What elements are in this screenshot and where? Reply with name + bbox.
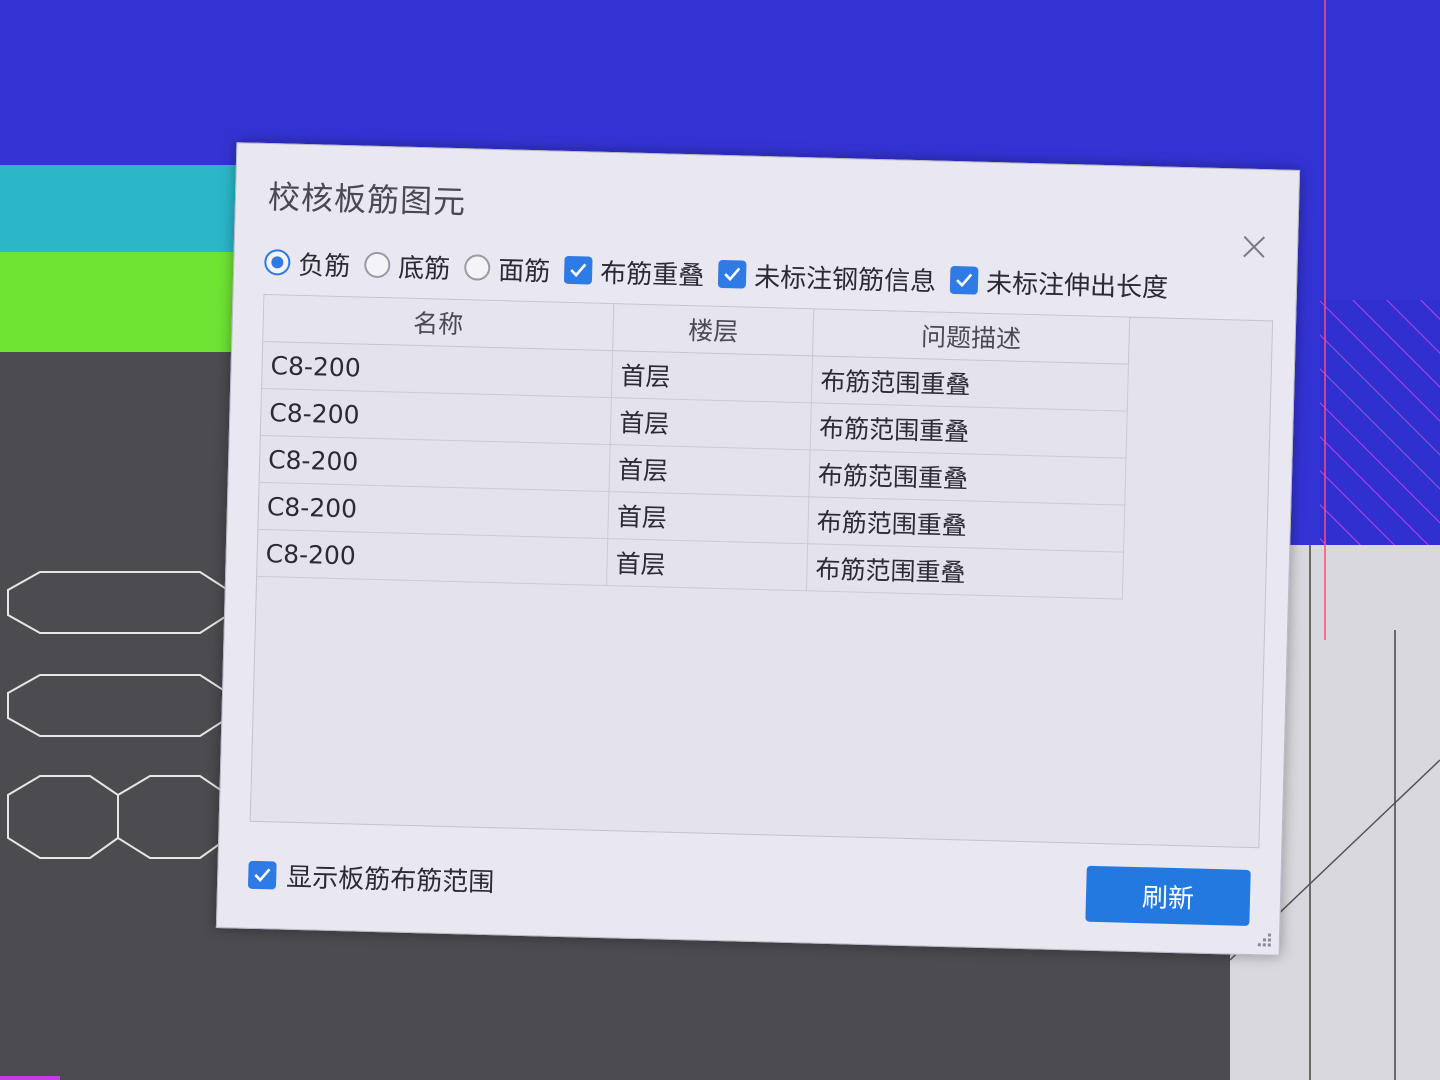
radio-negative-rebar[interactable]: 负筋 <box>264 243 351 282</box>
radio-unselected-icon <box>463 254 491 281</box>
resize-grip-icon[interactable] <box>1255 930 1273 948</box>
close-button[interactable] <box>1239 231 1270 262</box>
cell-description: 布筋范围重叠 <box>807 496 1125 553</box>
check-rebar-dialog: 校核板筋图元 负筋 底筋 面筋 布筋重叠 未标注钢筋信息 未标注伸出长度 名称 … <box>215 142 1301 956</box>
radio-top-rebar[interactable]: 面筋 <box>463 249 551 288</box>
cell-floor: 首层 <box>610 397 812 450</box>
close-icon <box>1243 235 1266 258</box>
radio-label: 负筋 <box>297 250 351 282</box>
checkbox-label: 未标注伸出长度 <box>985 268 1169 304</box>
cell-floor: 首层 <box>607 491 809 544</box>
cell-description: 布筋范围重叠 <box>808 449 1127 506</box>
cell-description: 布筋范围重叠 <box>811 355 1129 412</box>
check-icon <box>247 860 277 889</box>
refresh-button[interactable]: 刷新 <box>1085 865 1251 926</box>
cad-cyan-band <box>0 165 240 255</box>
radio-label: 底筋 <box>397 252 451 285</box>
results-table[interactable]: 名称 楼层 问题描述 C8-200 首层 布筋范围重叠 C8-200 首层 布筋… <box>249 293 1274 849</box>
cell-floor: 首层 <box>608 444 811 497</box>
checkbox-overlap[interactable]: 布筋重叠 <box>563 251 705 292</box>
check-icon <box>717 259 747 289</box>
radio-bottom-rebar[interactable]: 底筋 <box>363 246 451 285</box>
cell-floor: 首层 <box>611 350 813 403</box>
checkbox-missing-length[interactable]: 未标注伸出长度 <box>949 261 1169 304</box>
column-header-description[interactable]: 问题描述 <box>812 309 1130 365</box>
checkbox-label: 布筋重叠 <box>599 258 705 291</box>
cell-floor: 首层 <box>606 538 808 591</box>
radio-selected-icon <box>264 248 291 276</box>
check-icon <box>563 255 593 285</box>
cell-description: 布筋范围重叠 <box>806 543 1124 600</box>
check-icon <box>949 265 979 295</box>
radio-unselected-icon <box>363 251 391 279</box>
dialog-title: 校核板筋图元 <box>267 178 467 222</box>
radio-label: 面筋 <box>497 255 551 287</box>
checkbox-label: 未标注钢筋信息 <box>753 262 937 298</box>
cell-name: C8-200 <box>257 529 608 586</box>
checkbox-show-range[interactable]: 显示板筋布筋范围 <box>247 856 495 899</box>
cad-green-band <box>0 252 240 352</box>
cell-description: 布筋范围重叠 <box>810 402 1128 459</box>
checkbox-missing-info[interactable]: 未标注钢筋信息 <box>717 255 937 298</box>
cad-gray-left <box>0 352 240 1080</box>
column-header-floor[interactable]: 楼层 <box>612 304 814 356</box>
checkbox-label: 显示板筋布筋范围 <box>285 862 495 899</box>
